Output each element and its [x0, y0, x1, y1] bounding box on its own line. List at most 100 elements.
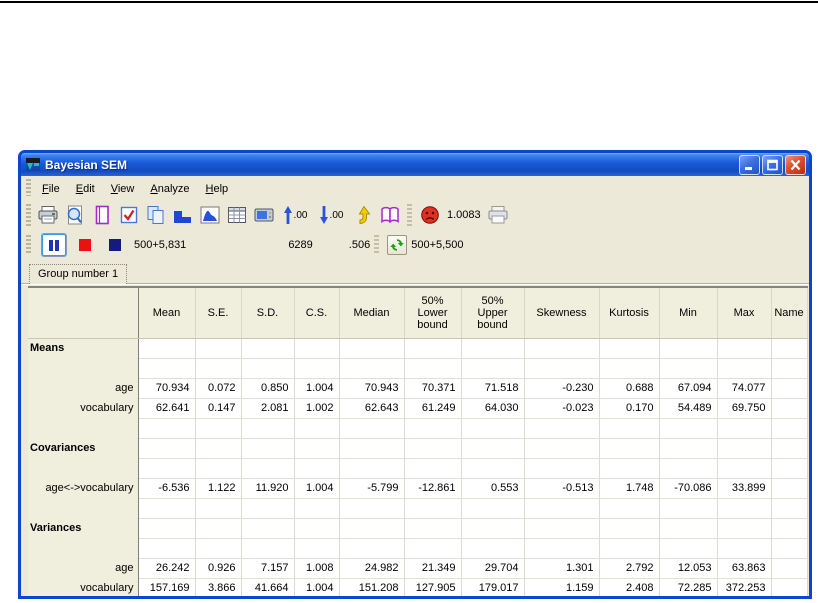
page-magnify-icon[interactable]: [62, 203, 87, 227]
cell: [599, 458, 659, 478]
cell: [294, 538, 339, 558]
cell: -0.513: [524, 478, 599, 498]
cell: [138, 458, 195, 478]
table-row[interactable]: vocabulary157.1693.86641.6641.004151.208…: [28, 578, 807, 596]
cell: [241, 338, 294, 358]
row-label: vocabulary: [28, 578, 138, 596]
cell: [404, 498, 461, 518]
table-row[interactable]: age70.9340.0720.8501.00470.94370.37171.5…: [28, 378, 807, 398]
cell: 0.147: [195, 398, 241, 418]
cell: -5.799: [339, 478, 404, 498]
table-row[interactable]: age26.2420.9267.1571.00824.98221.34929.7…: [28, 558, 807, 578]
cell: [717, 358, 771, 378]
menu-item-view[interactable]: View: [103, 181, 143, 197]
cell: [659, 538, 717, 558]
cell: [138, 338, 195, 358]
titlebar[interactable]: Bayesian SEM: [21, 153, 809, 176]
close-button[interactable]: [785, 155, 806, 175]
cell: [771, 458, 807, 478]
column-header: Max: [717, 287, 771, 338]
cell: [404, 358, 461, 378]
adjust-icon[interactable]: [350, 203, 375, 227]
cell: [771, 498, 807, 518]
table-row[interactable]: vocabulary62.6410.1472.0811.00262.64361.…: [28, 398, 807, 418]
menubar-grip[interactable]: [26, 179, 31, 195]
toolbar-grip[interactable]: [26, 204, 31, 226]
tab-row: Group number 1: [21, 259, 809, 283]
cell: [461, 418, 524, 438]
cell: [524, 338, 599, 358]
bayesian-sem-window: Bayesian SEM FileEditViewAnalyzeHelp: [18, 150, 812, 599]
cell: [659, 498, 717, 518]
menu-item-file[interactable]: File: [34, 181, 68, 197]
notepad-icon[interactable]: [89, 203, 114, 227]
cell: [771, 478, 807, 498]
cell: [138, 438, 195, 458]
cell: 0.926: [195, 558, 241, 578]
toolbar-mcmc: 500+5,831 6289 .506 500+5,500: [21, 231, 809, 259]
table-panel: MeanS.E.S.D.C.S.Median50% Lower bound50%…: [21, 283, 809, 596]
cell: 12.053: [659, 558, 717, 578]
toolbar2-grip[interactable]: [26, 235, 31, 255]
frown-face-icon[interactable]: [417, 203, 442, 227]
tab-group-number-1[interactable]: Group number 1: [29, 264, 127, 284]
posterior-plot-icon[interactable]: [197, 203, 222, 227]
cell: 2.792: [599, 558, 659, 578]
cell: [717, 438, 771, 458]
print-icon[interactable]: [35, 203, 60, 227]
cell: [524, 538, 599, 558]
cell: -0.023: [524, 398, 599, 418]
bar-chart-icon[interactable]: [170, 203, 195, 227]
menu-item-analyze[interactable]: Analyze: [142, 181, 197, 197]
minimize-button[interactable]: [739, 155, 760, 175]
screen-icon[interactable]: [251, 203, 276, 227]
cell: [659, 418, 717, 438]
table-row: [28, 458, 807, 478]
cell: [138, 418, 195, 438]
cell: [294, 458, 339, 478]
pause-button[interactable]: [42, 234, 66, 256]
cell: [461, 538, 524, 558]
table-row[interactable]: age<->vocabulary-6.5361.12211.9201.004-5…: [28, 478, 807, 498]
cell: [404, 458, 461, 478]
print-gray-icon[interactable]: [486, 203, 511, 227]
table-row: [28, 358, 807, 378]
cell: [771, 378, 807, 398]
cell: 54.489: [659, 398, 717, 418]
refresh-button[interactable]: [387, 235, 407, 255]
table-row: [28, 498, 807, 518]
decrease-decimal-icon[interactable]: .00: [314, 203, 348, 227]
cell: 0.553: [461, 478, 524, 498]
cell: [771, 538, 807, 558]
stop-red-button[interactable]: [79, 239, 91, 251]
section-label: Variances: [28, 518, 138, 538]
cell: 1.748: [599, 478, 659, 498]
cell: [599, 358, 659, 378]
cell: [241, 538, 294, 558]
checklist-icon[interactable]: [116, 203, 141, 227]
cell: 63.863: [717, 558, 771, 578]
cell: [339, 498, 404, 518]
increase-decimal-icon[interactable]: .00: [278, 203, 312, 227]
table-row: Means: [28, 338, 807, 358]
cell: 2.081: [241, 398, 294, 418]
cell: 2.408: [599, 578, 659, 596]
column-header: Median: [339, 287, 404, 338]
column-header: Kurtosis: [599, 287, 659, 338]
menu-item-help[interactable]: Help: [198, 181, 237, 197]
menubar: FileEditViewAnalyzeHelp: [21, 176, 809, 199]
window-buttons: [739, 155, 806, 175]
cell: [195, 438, 241, 458]
copy-icon[interactable]: [143, 203, 168, 227]
row-label: [28, 538, 138, 558]
grid-icon[interactable]: [224, 203, 249, 227]
book-icon[interactable]: [377, 203, 402, 227]
cell: [659, 338, 717, 358]
cell: [294, 518, 339, 538]
row-label: age: [28, 558, 138, 578]
stop-navy-button[interactable]: [109, 239, 121, 251]
menu-item-edit[interactable]: Edit: [68, 181, 103, 197]
cell: 1.159: [524, 578, 599, 596]
cell: 69.750: [717, 398, 771, 418]
maximize-button[interactable]: [762, 155, 783, 175]
